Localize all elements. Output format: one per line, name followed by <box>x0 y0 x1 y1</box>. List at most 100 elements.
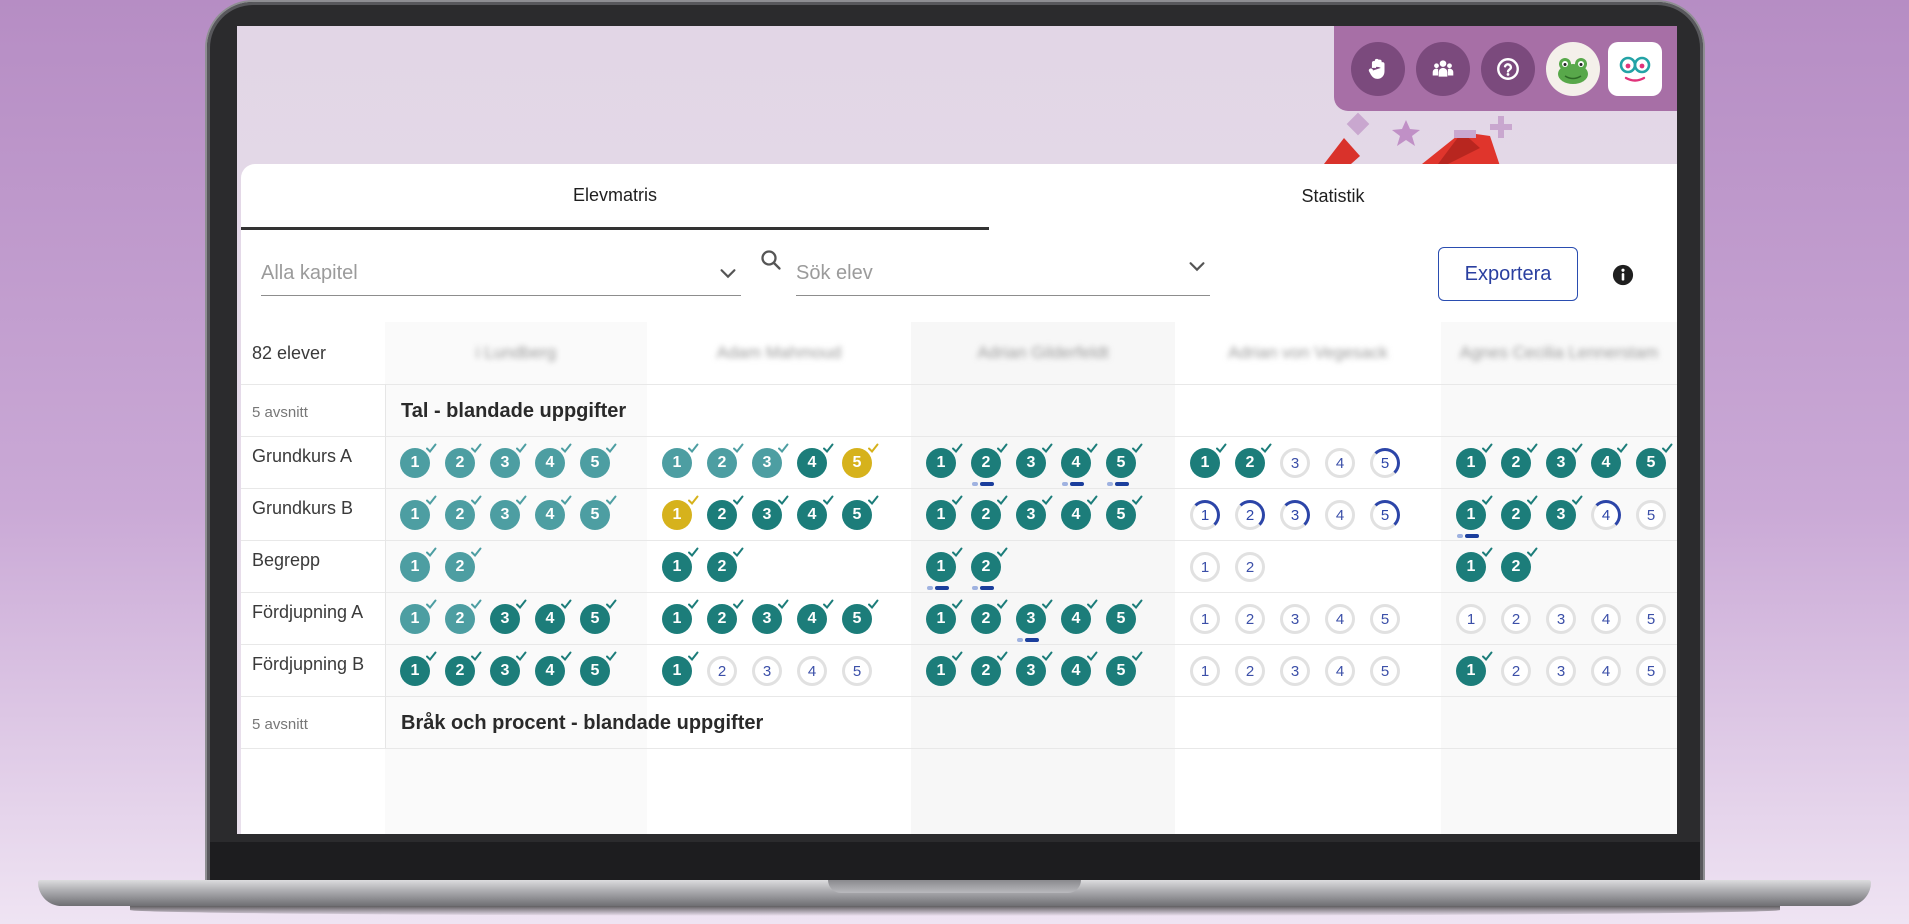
task-progress-bubble[interactable]: 3 <box>1280 656 1310 686</box>
student-name-header[interactable]: i Lundberg <box>385 322 647 384</box>
task-progress-bubble[interactable]: 4 <box>1325 500 1355 530</box>
task-progress-bubble[interactable]: 1 <box>662 599 699 634</box>
task-progress-bubble[interactable]: 1 <box>1456 651 1493 686</box>
task-progress-bubble[interactable]: 2 <box>1501 443 1538 478</box>
task-progress-bubble[interactable]: 5 <box>1106 495 1143 530</box>
task-progress-bubble[interactable]: 5 <box>1636 500 1666 530</box>
task-progress-bubble[interactable]: 4 <box>797 656 827 686</box>
task-progress-bubble[interactable]: 4 <box>1061 599 1098 634</box>
task-progress-bubble[interactable]: 1 <box>926 495 963 530</box>
task-progress-bubble[interactable]: 2 <box>971 547 1008 582</box>
info-icon[interactable] <box>1612 264 1634 286</box>
task-progress-bubble[interactable]: 5 <box>842 443 879 478</box>
task-progress-bubble[interactable]: 2 <box>707 443 744 478</box>
task-progress-bubble[interactable]: 2 <box>707 547 744 582</box>
task-progress-bubble[interactable]: 3 <box>490 599 527 634</box>
task-progress-bubble[interactable]: 2 <box>1501 656 1531 686</box>
task-progress-bubble[interactable]: 4 <box>1061 443 1098 478</box>
task-progress-bubble[interactable]: 3 <box>1016 599 1053 634</box>
task-progress-bubble[interactable]: 5 <box>1106 599 1143 634</box>
task-progress-bubble[interactable]: 3 <box>752 656 782 686</box>
student-name-header[interactable]: Adam Mahmoud <box>647 322 911 384</box>
chapter-select[interactable]: Alla kapitel <box>261 252 741 296</box>
task-progress-bubble[interactable]: 2 <box>445 651 482 686</box>
task-progress-bubble[interactable]: 5 <box>842 495 879 530</box>
raised-hand-button[interactable] <box>1351 42 1405 96</box>
task-progress-bubble[interactable]: 2 <box>1235 552 1265 582</box>
task-progress-bubble[interactable]: 4 <box>535 599 572 634</box>
task-progress-bubble[interactable]: 5 <box>580 599 617 634</box>
task-progress-bubble[interactable]: 3 <box>1016 651 1053 686</box>
task-progress-bubble[interactable]: 2 <box>445 547 482 582</box>
task-progress-bubble[interactable]: 2 <box>1501 604 1531 634</box>
task-progress-bubble[interactable]: 4 <box>1325 604 1355 634</box>
task-progress-bubble[interactable]: 4 <box>535 651 572 686</box>
help-button[interactable] <box>1481 42 1535 96</box>
task-progress-bubble[interactable]: 1 <box>926 443 963 478</box>
task-progress-bubble[interactable]: 1 <box>662 651 699 686</box>
task-progress-bubble[interactable]: 1 <box>662 547 699 582</box>
student-name-header[interactable]: Agnes Cecilia Lennerstam <box>1441 322 1677 384</box>
task-progress-bubble[interactable]: 4 <box>797 599 834 634</box>
tab-elevmatris[interactable]: Elevmatris <box>241 164 989 230</box>
task-progress-bubble[interactable]: 2 <box>445 495 482 530</box>
task-progress-bubble[interactable]: 1 <box>400 443 437 478</box>
task-progress-bubble[interactable]: 4 <box>1325 448 1355 478</box>
task-progress-bubble[interactable]: 2 <box>971 443 1008 478</box>
task-progress-bubble[interactable]: 1 <box>1190 604 1220 634</box>
student-name-header[interactable]: Adrian Gilderfeldt <box>911 322 1175 384</box>
task-progress-bubble[interactable]: 3 <box>1280 500 1310 530</box>
task-progress-bubble[interactable]: 1 <box>1456 443 1493 478</box>
task-progress-bubble[interactable]: 3 <box>1280 448 1310 478</box>
task-progress-bubble[interactable]: 3 <box>1546 495 1583 530</box>
task-progress-bubble[interactable]: 4 <box>1591 500 1621 530</box>
task-progress-bubble[interactable]: 5 <box>1106 443 1143 478</box>
task-progress-bubble[interactable]: 5 <box>1106 651 1143 686</box>
task-progress-bubble[interactable]: 1 <box>400 547 437 582</box>
task-progress-bubble[interactable]: 3 <box>490 495 527 530</box>
task-progress-bubble[interactable]: 2 <box>707 495 744 530</box>
app-logo[interactable] <box>1608 42 1662 96</box>
task-progress-bubble[interactable]: 1 <box>926 651 963 686</box>
task-progress-bubble[interactable]: 4 <box>1061 651 1098 686</box>
task-progress-bubble[interactable]: 4 <box>797 443 834 478</box>
task-progress-bubble[interactable]: 5 <box>1370 604 1400 634</box>
task-progress-bubble[interactable]: 1 <box>1456 604 1486 634</box>
task-progress-bubble[interactable]: 3 <box>752 599 789 634</box>
task-progress-bubble[interactable]: 1 <box>926 599 963 634</box>
task-progress-bubble[interactable]: 3 <box>1546 656 1576 686</box>
task-progress-bubble[interactable]: 5 <box>580 495 617 530</box>
task-progress-bubble[interactable]: 5 <box>1636 443 1673 478</box>
task-progress-bubble[interactable]: 1 <box>662 443 699 478</box>
user-avatar[interactable] <box>1546 42 1600 96</box>
task-progress-bubble[interactable]: 5 <box>1370 448 1400 478</box>
task-progress-bubble[interactable]: 5 <box>580 443 617 478</box>
task-progress-bubble[interactable]: 4 <box>1061 495 1098 530</box>
task-progress-bubble[interactable]: 4 <box>535 443 572 478</box>
task-progress-bubble[interactable]: 4 <box>535 495 572 530</box>
task-progress-bubble[interactable]: 2 <box>1501 495 1538 530</box>
task-progress-bubble[interactable]: 1 <box>400 651 437 686</box>
task-progress-bubble[interactable]: 4 <box>797 495 834 530</box>
student-name-header[interactable]: Adrian von Vegesack <box>1175 322 1441 384</box>
task-progress-bubble[interactable]: 5 <box>1636 604 1666 634</box>
task-progress-bubble[interactable]: 1 <box>1190 552 1220 582</box>
task-progress-bubble[interactable]: 4 <box>1591 443 1628 478</box>
task-progress-bubble[interactable]: 5 <box>842 656 872 686</box>
task-progress-bubble[interactable]: 3 <box>490 651 527 686</box>
task-progress-bubble[interactable]: 4 <box>1325 656 1355 686</box>
task-progress-bubble[interactable]: 3 <box>1016 443 1053 478</box>
task-progress-bubble[interactable]: 3 <box>1546 604 1576 634</box>
task-progress-bubble[interactable]: 1 <box>400 495 437 530</box>
task-progress-bubble[interactable]: 2 <box>445 443 482 478</box>
task-progress-bubble[interactable]: 5 <box>1636 656 1666 686</box>
task-progress-bubble[interactable]: 2 <box>445 599 482 634</box>
group-button[interactable] <box>1416 42 1470 96</box>
task-progress-bubble[interactable]: 3 <box>1280 604 1310 634</box>
task-progress-bubble[interactable]: 2 <box>707 656 737 686</box>
task-progress-bubble[interactable]: 1 <box>1456 495 1493 530</box>
task-progress-bubble[interactable]: 2 <box>971 495 1008 530</box>
task-progress-bubble[interactable]: 4 <box>1591 604 1621 634</box>
task-progress-bubble[interactable]: 1 <box>400 599 437 634</box>
task-progress-bubble[interactable]: 2 <box>1235 443 1272 478</box>
